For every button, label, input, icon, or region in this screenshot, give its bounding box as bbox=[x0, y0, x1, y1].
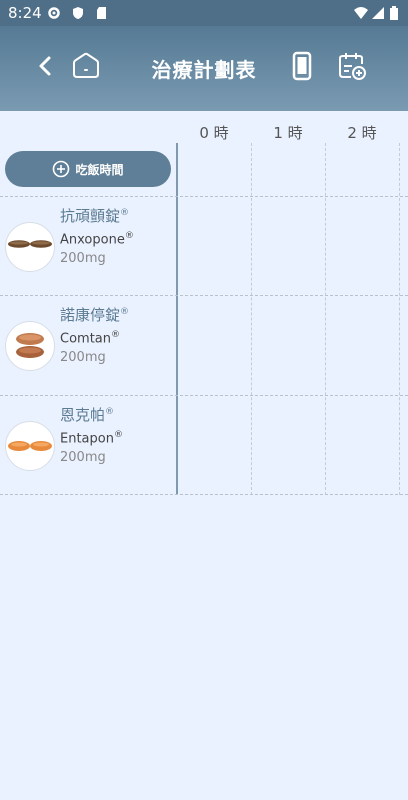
drug-dose: 200mg bbox=[60, 350, 106, 365]
meal-time-button[interactable]: 吃飯時間 bbox=[5, 151, 171, 187]
meal-time-label: 吃飯時間 bbox=[75, 162, 124, 177]
settings-gear-icon bbox=[48, 7, 60, 19]
drug-row[interactable]: 恩克帕® Entapon® 200mg bbox=[0, 396, 176, 494]
drug-row[interactable]: 諾康停錠® Comtan® 200mg bbox=[0, 296, 176, 394]
battery-icon bbox=[390, 6, 398, 20]
hour-header: 0 時 1 時 2 時 bbox=[177, 118, 408, 146]
add-circle-icon bbox=[53, 160, 70, 178]
sd-card-icon bbox=[97, 7, 106, 19]
pill-image bbox=[5, 321, 55, 371]
add-calendar-icon[interactable] bbox=[334, 48, 370, 84]
shield-icon bbox=[73, 7, 83, 19]
app-bar: 治療計劃表 bbox=[0, 26, 408, 111]
pill-image bbox=[5, 421, 55, 471]
drug-row[interactable]: 抗頑顫錠® Anxopone® 200mg bbox=[0, 197, 176, 295]
cellular-signal-icon bbox=[372, 7, 384, 19]
status-time: 8:24 bbox=[8, 4, 42, 22]
status-bar: 8:24 bbox=[0, 0, 408, 26]
wifi-icon bbox=[354, 7, 368, 19]
drug-english-name: Anxopone® bbox=[60, 231, 134, 248]
hour-label: 0 時 bbox=[199, 124, 229, 142]
drug-name: 抗頑顫錠® bbox=[60, 207, 130, 225]
drug-name: 恩克帕® bbox=[60, 406, 115, 424]
phone-icon[interactable] bbox=[284, 48, 320, 84]
row-separator bbox=[0, 494, 408, 495]
drug-name: 諾康停錠® bbox=[60, 306, 130, 324]
drug-dose: 200mg bbox=[60, 251, 106, 266]
hour-label: 1 時 bbox=[273, 124, 303, 142]
pill-image bbox=[5, 222, 55, 272]
drug-english-name: Comtan® bbox=[60, 330, 120, 347]
hour-label: 2 時 bbox=[347, 124, 377, 142]
drug-english-name: Entapon® bbox=[60, 430, 123, 447]
drug-dose: 200mg bbox=[60, 450, 106, 465]
